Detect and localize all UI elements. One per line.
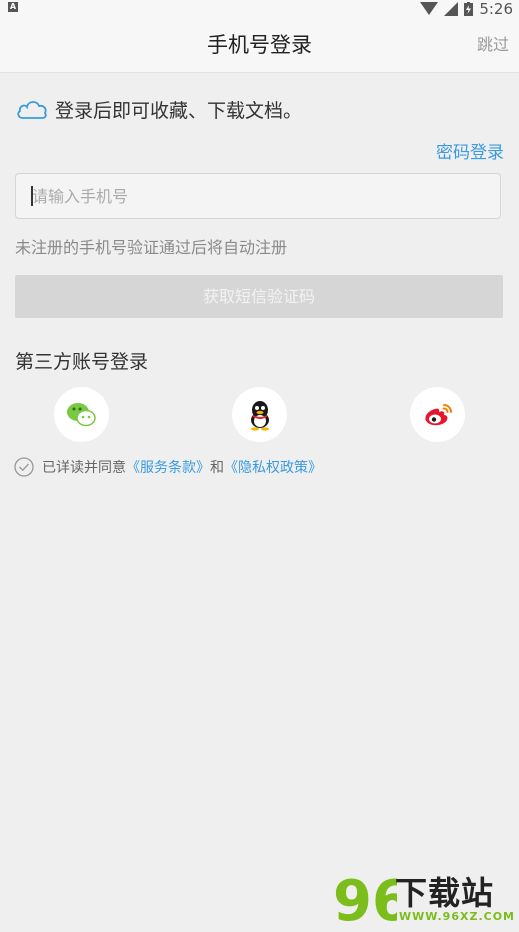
qq-penguin-icon [250, 400, 269, 431]
svg-text:96: 96 [333, 869, 397, 928]
password-login-link[interactable]: 密码登录 [436, 138, 504, 163]
agreement-conjunction: 和 [210, 460, 224, 476]
header-bar: 手机号登录 跳过 [0, 18, 519, 73]
qq-login-button[interactable] [232, 387, 287, 442]
wifi-icon [420, 2, 439, 15]
watermark-96-logo: 96 [333, 869, 411, 932]
notice-text: 登录后即可收藏、下载文档。 [55, 99, 303, 122]
wechat-icon [66, 402, 96, 426]
agreement-prefix: 已详读并同意 [42, 460, 126, 476]
watermark-text: 下载站 [395, 874, 495, 912]
weibo-icon [424, 403, 452, 425]
site-watermark-logo: 96 下载站 WWW.96XZ.COM [333, 868, 515, 932]
status-icons: 5:26 [420, 0, 513, 18]
third-party-login-title: 第三方账号登录 [15, 351, 149, 373]
page-title: 手机号登录 [207, 33, 312, 57]
weibo-login-button[interactable] [410, 387, 465, 442]
skip-button[interactable]: 跳过 [477, 18, 509, 72]
watermark-url: WWW.96XZ.COM [399, 910, 515, 923]
terms-link[interactable]: 《服务条款》 [126, 460, 210, 476]
login-notice: 登录后即可收藏、下载文档。 [15, 94, 302, 124]
battery-icon [464, 2, 474, 16]
cloud-icon [17, 101, 47, 119]
wechat-login-button[interactable] [54, 387, 109, 442]
agree-checkbox-icon[interactable] [14, 457, 34, 477]
signal-icon [444, 2, 459, 16]
text-cursor [31, 186, 33, 206]
privacy-link[interactable]: 《隐私权政策》 [224, 460, 322, 476]
status-bar: A 5:26 [0, 0, 519, 18]
get-sms-code-button[interactable]: 获取短信验证码 [15, 275, 503, 318]
notification-a-icon: A [8, 2, 18, 12]
auto-register-hint: 未注册的手机号验证通过后将自动注册 [15, 238, 288, 257]
agreement-row: 已详读并同意《服务条款》和《隐私权政策》 [14, 456, 322, 478]
phone-input[interactable] [15, 173, 501, 219]
status-time: 5:26 [479, 0, 513, 18]
